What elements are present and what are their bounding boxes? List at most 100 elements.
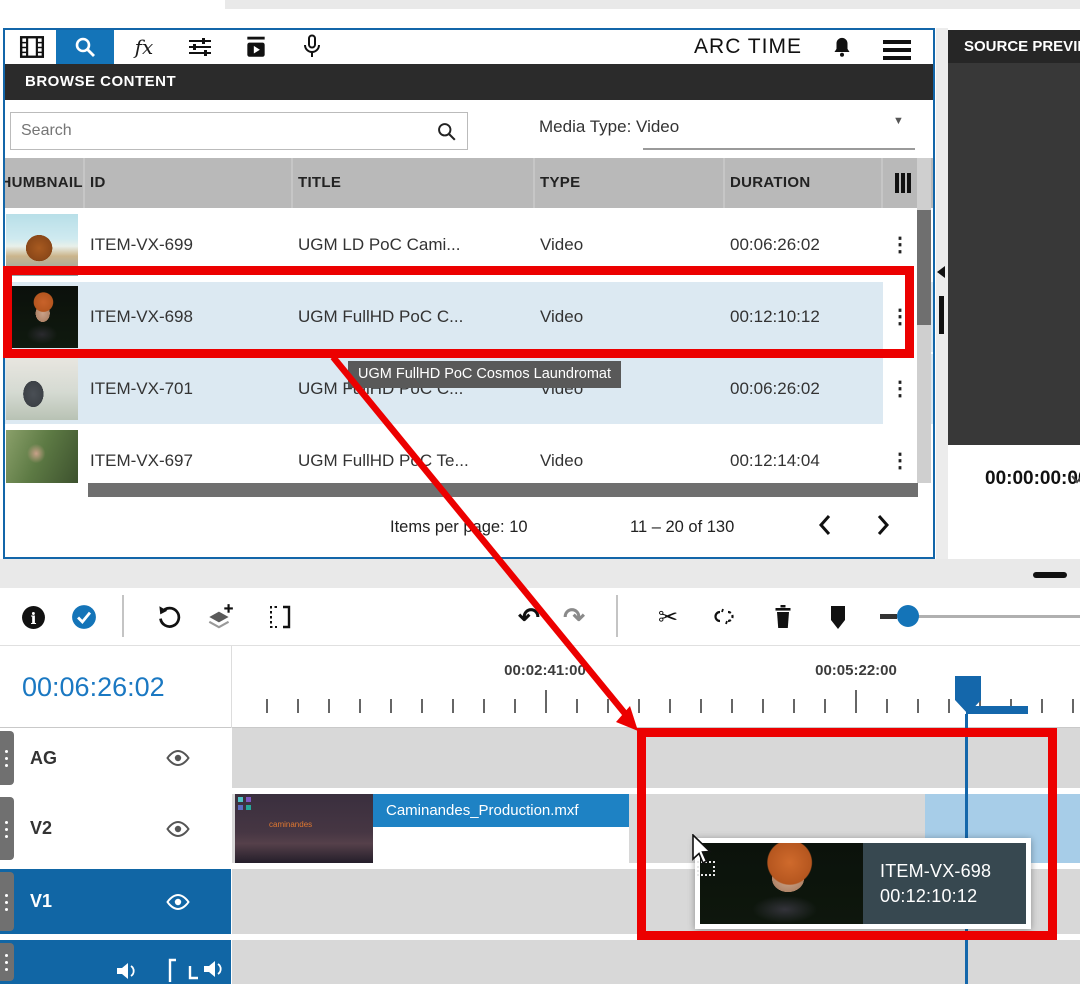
ruler-label: 00:02:41:00 bbox=[480, 662, 610, 679]
redo-button[interactable]: ↷ bbox=[558, 601, 590, 633]
hamburger-icon bbox=[883, 40, 911, 44]
row-menu-button[interactable]: ⋮ bbox=[883, 282, 917, 352]
marker-button[interactable] bbox=[822, 601, 854, 633]
row-thumbnail bbox=[6, 358, 78, 420]
ruler-label: 00:05:22:00 bbox=[791, 662, 921, 679]
cut-button[interactable]: ✂ bbox=[652, 601, 684, 633]
track-v2-header[interactable]: V2 bbox=[0, 794, 231, 863]
track-drag-handle[interactable] bbox=[0, 797, 14, 860]
row-menu-button[interactable]: ⋮ bbox=[883, 210, 917, 280]
track-ag-header[interactable]: AG bbox=[0, 728, 231, 788]
unlink-button[interactable] bbox=[708, 601, 740, 633]
marker-icon bbox=[827, 605, 849, 630]
timeline-ruler[interactable]: 00:06:26:02 00:02:41:00 00:05:22:00 bbox=[0, 646, 1080, 728]
splitter-handle[interactable] bbox=[939, 296, 944, 334]
collapse-left-icon[interactable] bbox=[937, 266, 945, 278]
media-library-button[interactable] bbox=[10, 30, 54, 64]
table-row[interactable]: ITEM-VX-699 UGM LD PoC Cami... Video 00:… bbox=[5, 210, 933, 280]
sliders-icon bbox=[187, 35, 213, 59]
items-per-page-label: Items per page: bbox=[390, 518, 505, 536]
col-thumbnail[interactable]: THUMBNAIL bbox=[3, 158, 83, 208]
track-label: AG bbox=[30, 728, 57, 788]
effects-button[interactable]: fx bbox=[122, 30, 166, 64]
info-button[interactable]: i bbox=[17, 601, 49, 633]
track-audio-body[interactable] bbox=[232, 940, 1080, 984]
row-id: ITEM-VX-701 bbox=[90, 354, 193, 424]
refresh-icon bbox=[156, 604, 183, 631]
horizontal-scrollbar[interactable] bbox=[5, 483, 933, 497]
chevron-down-icon: ▼ bbox=[893, 115, 904, 127]
search-tab-button[interactable] bbox=[56, 30, 114, 64]
track-label: V2 bbox=[30, 794, 52, 863]
table-header: THUMBNAIL ID TITLE TYPE DURATION bbox=[5, 158, 933, 208]
h-scrollbar-thumb[interactable] bbox=[88, 483, 918, 497]
col-id[interactable]: ID bbox=[90, 158, 106, 208]
row-duration: 00:06:26:02 bbox=[730, 354, 820, 424]
refresh-button[interactable] bbox=[153, 601, 185, 633]
search-field-icon[interactable] bbox=[436, 121, 457, 142]
track-drag-handle[interactable] bbox=[0, 731, 14, 785]
column-chooser-icon[interactable] bbox=[895, 173, 911, 193]
timeline-clip[interactable]: caminandes Caminandes_Production.mxf bbox=[235, 794, 629, 863]
toolbar-divider bbox=[122, 595, 124, 637]
search-input[interactable] bbox=[21, 113, 421, 149]
undo-button[interactable]: ↶ bbox=[513, 601, 545, 633]
settings-sliders-button[interactable] bbox=[178, 30, 222, 64]
track-ag-body[interactable] bbox=[232, 728, 1080, 788]
tooltip: UGM FullHD PoC Cosmos Laundromat bbox=[348, 361, 621, 388]
row-id: ITEM-VX-698 bbox=[90, 282, 193, 352]
track-row-ag: AG bbox=[0, 728, 1080, 788]
vertical-scrollbar[interactable] bbox=[917, 158, 931, 483]
menu-button[interactable] bbox=[875, 30, 919, 64]
speaker-icon[interactable] bbox=[115, 960, 141, 982]
prev-page-button[interactable] bbox=[810, 511, 840, 541]
delete-button[interactable] bbox=[767, 601, 799, 633]
add-layer-button[interactable] bbox=[204, 601, 236, 633]
clip-thumbnail: caminandes bbox=[235, 794, 373, 863]
pagination-bar: Items per page: 10 11 – 20 of 130 bbox=[5, 497, 933, 557]
next-page-button[interactable] bbox=[868, 511, 898, 541]
row-thumbnail bbox=[6, 286, 78, 348]
row-menu-button[interactable]: ⋮ bbox=[883, 354, 917, 424]
row-type: Video bbox=[540, 210, 583, 280]
timecode-chevron-icon[interactable] bbox=[1070, 474, 1080, 484]
chevron-left-icon bbox=[818, 514, 832, 536]
row-id: ITEM-VX-699 bbox=[90, 210, 193, 280]
track-audio-header[interactable] bbox=[0, 940, 231, 984]
playhead-bar bbox=[966, 706, 1028, 714]
voice-button[interactable] bbox=[290, 30, 334, 64]
track-drag-handle[interactable] bbox=[0, 943, 14, 981]
row-title: UGM FullHD PoC C... bbox=[298, 282, 463, 352]
approve-button[interactable] bbox=[68, 601, 100, 633]
redo-icon: ↷ bbox=[563, 604, 585, 630]
panel-splitter[interactable] bbox=[936, 28, 948, 559]
items-per-page-value[interactable]: 10 bbox=[509, 518, 527, 536]
track-v1-header[interactable]: V1 bbox=[0, 869, 231, 934]
split-view-button[interactable] bbox=[264, 601, 296, 633]
eye-icon[interactable] bbox=[165, 749, 191, 767]
table-row-selected[interactable]: ITEM-VX-698 UGM FullHD PoC C... Video 00… bbox=[5, 282, 933, 352]
zoom-slider-knob[interactable] bbox=[897, 605, 919, 627]
monitor-speaker-icon[interactable] bbox=[168, 958, 228, 984]
drag-ghost-duration: 00:12:10:12 bbox=[880, 884, 1026, 909]
timeline-collapse-handle[interactable] bbox=[1033, 572, 1067, 578]
source-preview-screen bbox=[948, 63, 1080, 445]
source-timecode[interactable]: 00:00:00:00 bbox=[985, 468, 1080, 490]
notifications-button[interactable] bbox=[823, 30, 861, 64]
undo-icon: ↶ bbox=[518, 604, 540, 630]
export-queue-button[interactable] bbox=[234, 30, 278, 64]
col-title[interactable]: TITLE bbox=[298, 158, 341, 208]
timeline-timecode: 00:06:26:02 bbox=[22, 646, 165, 728]
top-strip bbox=[225, 0, 1080, 9]
info-icon: i bbox=[21, 605, 46, 630]
eye-icon[interactable] bbox=[165, 893, 191, 911]
track-drag-handle[interactable] bbox=[0, 872, 14, 931]
eye-icon[interactable] bbox=[165, 820, 191, 838]
unlink-icon bbox=[710, 604, 738, 630]
col-type[interactable]: TYPE bbox=[540, 158, 580, 208]
v-scrollbar-thumb[interactable] bbox=[917, 210, 931, 325]
col-duration[interactable]: DURATION bbox=[730, 158, 810, 208]
media-type-select[interactable]: Media Type: Video ▼ bbox=[533, 100, 923, 158]
row-duration: 00:12:10:12 bbox=[730, 282, 820, 352]
mouse-cursor bbox=[690, 834, 716, 864]
